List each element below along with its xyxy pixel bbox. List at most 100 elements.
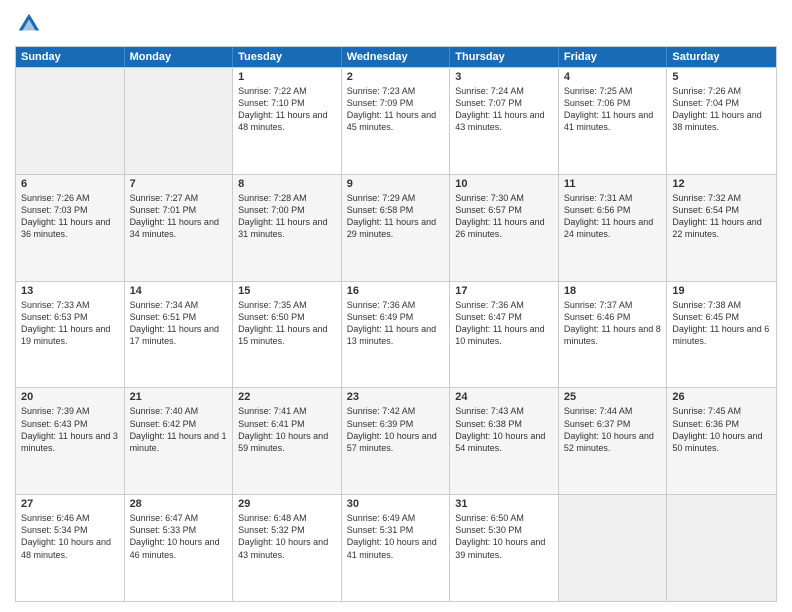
cell-details: Sunrise: 7:44 AM Sunset: 6:37 PM Dayligh… (564, 405, 662, 454)
logo-icon (15, 10, 43, 38)
day-cell-13: 13 Sunrise: 7:33 AM Sunset: 6:53 PM Dayli… (16, 282, 125, 388)
day-cell-26: 26 Sunrise: 7:45 AM Sunset: 6:36 PM Dayli… (667, 388, 776, 494)
calendar-row-2: 6 Sunrise: 7:26 AM Sunset: 7:03 PM Daylig… (16, 174, 776, 281)
day-cell-17: 17 Sunrise: 7:36 AM Sunset: 6:47 PM Dayli… (450, 282, 559, 388)
day-number: 22 (238, 391, 336, 403)
day-cell-15: 15 Sunrise: 7:35 AM Sunset: 6:50 PM Dayli… (233, 282, 342, 388)
cell-details: Sunrise: 7:26 AM Sunset: 7:04 PM Dayligh… (672, 85, 771, 134)
cell-details: Sunrise: 7:45 AM Sunset: 6:36 PM Dayligh… (672, 405, 771, 454)
cell-details: Sunrise: 7:32 AM Sunset: 6:54 PM Dayligh… (672, 192, 771, 241)
day-cell-25: 25 Sunrise: 7:44 AM Sunset: 6:37 PM Dayli… (559, 388, 668, 494)
cell-details: Sunrise: 6:47 AM Sunset: 5:33 PM Dayligh… (130, 512, 228, 561)
calendar-header: SundayMondayTuesdayWednesdayThursdayFrid… (16, 47, 776, 67)
day-number: 28 (130, 498, 228, 510)
day-cell-1: 1 Sunrise: 7:22 AM Sunset: 7:10 PM Daylig… (233, 68, 342, 174)
calendar-row-4: 20Sunrise: 7:39 AM Sunset: 6:43 PM Dayli… (16, 387, 776, 494)
day-cell-24: 24 Sunrise: 7:43 AM Sunset: 6:38 PM Dayli… (450, 388, 559, 494)
day-cell-22: 22 Sunrise: 7:41 AM Sunset: 6:41 PM Dayli… (233, 388, 342, 494)
day-header-tuesday: Tuesday (233, 47, 342, 67)
day-cell-18: 18 Sunrise: 7:37 AM Sunset: 6:46 PM Dayli… (559, 282, 668, 388)
day-number: 30 (347, 498, 445, 510)
cell-details: Sunrise: 7:25 AM Sunset: 7:06 PM Dayligh… (564, 85, 662, 134)
cell-details: Sunrise: 7:34 AM Sunset: 6:51 PM Dayligh… (130, 299, 228, 348)
day-cell-3: 3Sunrise: 7:24 AM Sunset: 7:07 PM Daylig… (450, 68, 559, 174)
day-cell-10: 10 Sunrise: 7:30 AM Sunset: 6:57 PM Dayli… (450, 175, 559, 281)
cell-details: Sunrise: 7:33 AM Sunset: 6:53 PM Dayligh… (21, 299, 119, 348)
day-number: 11 (564, 178, 662, 190)
day-header-friday: Friday (559, 47, 668, 67)
day-number: 24 (455, 391, 553, 403)
day-cell-12: 12 Sunrise: 7:32 AM Sunset: 6:54 PM Dayli… (667, 175, 776, 281)
day-number: 7 (130, 178, 228, 190)
day-number: 14 (130, 285, 228, 297)
cell-details: Sunrise: 7:22 AM Sunset: 7:10 PM Dayligh… (238, 85, 336, 134)
day-number: 13 (21, 285, 119, 297)
day-number: 5 (672, 71, 771, 83)
day-cell-8: 8Sunrise: 7:28 AM Sunset: 7:00 PM Daylig… (233, 175, 342, 281)
day-header-wednesday: Wednesday (342, 47, 451, 67)
empty-cell (559, 495, 668, 601)
cell-details: Sunrise: 7:30 AM Sunset: 6:57 PM Dayligh… (455, 192, 553, 241)
calendar-row-3: 13 Sunrise: 7:33 AM Sunset: 6:53 PM Dayli… (16, 281, 776, 388)
cell-details: Sunrise: 7:41 AM Sunset: 6:41 PM Dayligh… (238, 405, 336, 454)
day-number: 4 (564, 71, 662, 83)
cell-details: Sunrise: 6:50 AM Sunset: 5:30 PM Dayligh… (455, 512, 553, 561)
day-number: 20 (21, 391, 119, 403)
day-cell-29: 29Sunrise: 6:48 AM Sunset: 5:32 PM Dayli… (233, 495, 342, 601)
day-header-sunday: Sunday (16, 47, 125, 67)
day-number: 26 (672, 391, 771, 403)
day-cell-11: 11 Sunrise: 7:31 AM Sunset: 6:56 PM Dayli… (559, 175, 668, 281)
day-number: 27 (21, 498, 119, 510)
day-cell-27: 27 Sunrise: 6:46 AM Sunset: 5:34 PM Dayli… (16, 495, 125, 601)
day-number: 1 (238, 71, 336, 83)
day-number: 2 (347, 71, 445, 83)
calendar-body: 1 Sunrise: 7:22 AM Sunset: 7:10 PM Daylig… (16, 67, 776, 601)
day-cell-31: 31 Sunrise: 6:50 AM Sunset: 5:30 PM Dayli… (450, 495, 559, 601)
day-number: 12 (672, 178, 771, 190)
day-number: 9 (347, 178, 445, 190)
day-number: 21 (130, 391, 228, 403)
day-number: 31 (455, 498, 553, 510)
day-number: 8 (238, 178, 336, 190)
day-header-saturday: Saturday (667, 47, 776, 67)
day-number: 10 (455, 178, 553, 190)
cell-details: Sunrise: 7:42 AM Sunset: 6:39 PM Dayligh… (347, 405, 445, 454)
cell-details: Sunrise: 7:36 AM Sunset: 6:47 PM Dayligh… (455, 299, 553, 348)
cell-details: Sunrise: 6:49 AM Sunset: 5:31 PM Dayligh… (347, 512, 445, 561)
empty-cell (667, 495, 776, 601)
empty-cell (125, 68, 234, 174)
day-cell-7: 7 Sunrise: 7:27 AM Sunset: 7:01 PM Daylig… (125, 175, 234, 281)
cell-details: Sunrise: 7:23 AM Sunset: 7:09 PM Dayligh… (347, 85, 445, 134)
day-number: 16 (347, 285, 445, 297)
cell-details: Sunrise: 7:43 AM Sunset: 6:38 PM Dayligh… (455, 405, 553, 454)
day-number: 25 (564, 391, 662, 403)
cell-details: Sunrise: 7:31 AM Sunset: 6:56 PM Dayligh… (564, 192, 662, 241)
day-number: 15 (238, 285, 336, 297)
header (15, 10, 777, 38)
day-number: 18 (564, 285, 662, 297)
calendar: SundayMondayTuesdayWednesdayThursdayFrid… (15, 46, 777, 602)
day-number: 3 (455, 71, 553, 83)
day-cell-6: 6 Sunrise: 7:26 AM Sunset: 7:03 PM Daylig… (16, 175, 125, 281)
cell-details: Sunrise: 6:48 AM Sunset: 5:32 PM Dayligh… (238, 512, 336, 561)
day-number: 23 (347, 391, 445, 403)
day-cell-2: 2 Sunrise: 7:23 AM Sunset: 7:09 PM Daylig… (342, 68, 451, 174)
day-cell-23: 23 Sunrise: 7:42 AM Sunset: 6:39 PM Dayli… (342, 388, 451, 494)
day-number: 17 (455, 285, 553, 297)
cell-details: Sunrise: 7:29 AM Sunset: 6:58 PM Dayligh… (347, 192, 445, 241)
cell-details: Sunrise: 7:26 AM Sunset: 7:03 PM Dayligh… (21, 192, 119, 241)
empty-cell (16, 68, 125, 174)
cell-details: Sunrise: 7:37 AM Sunset: 6:46 PM Dayligh… (564, 299, 662, 348)
day-number: 6 (21, 178, 119, 190)
calendar-row-5: 27 Sunrise: 6:46 AM Sunset: 5:34 PM Dayli… (16, 494, 776, 601)
cell-details: Sunrise: 7:35 AM Sunset: 6:50 PM Dayligh… (238, 299, 336, 348)
day-cell-19: 19Sunrise: 7:38 AM Sunset: 6:45 PM Dayli… (667, 282, 776, 388)
cell-details: Sunrise: 7:27 AM Sunset: 7:01 PM Dayligh… (130, 192, 228, 241)
day-cell-28: 28 Sunrise: 6:47 AM Sunset: 5:33 PM Dayli… (125, 495, 234, 601)
cell-details: Sunrise: 6:46 AM Sunset: 5:34 PM Dayligh… (21, 512, 119, 561)
calendar-row-1: 1 Sunrise: 7:22 AM Sunset: 7:10 PM Daylig… (16, 67, 776, 174)
day-cell-4: 4 Sunrise: 7:25 AM Sunset: 7:06 PM Daylig… (559, 68, 668, 174)
logo (15, 10, 47, 38)
day-cell-16: 16Sunrise: 7:36 AM Sunset: 6:49 PM Dayli… (342, 282, 451, 388)
day-header-monday: Monday (125, 47, 234, 67)
